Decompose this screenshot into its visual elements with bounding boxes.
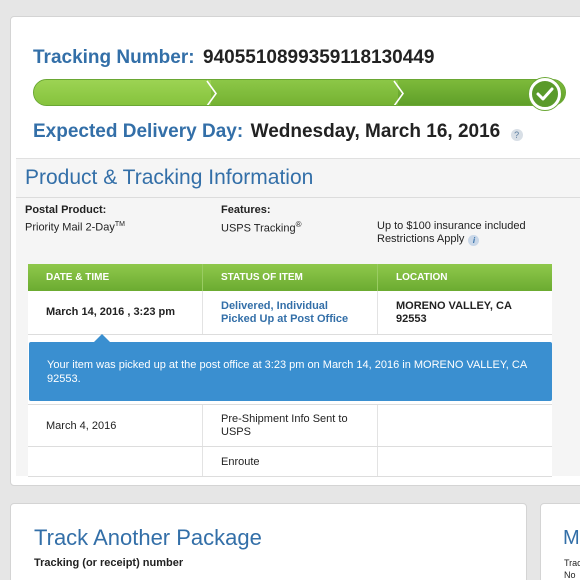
side-card-text: No t [564,570,576,580]
product-tracking-title: Product & Tracking Information [25,166,314,189]
column-header-status: STATUS OF ITEM [203,264,378,291]
row-date: March 14, 2016 , 3:23 pm [28,291,203,334]
chevron-right-icon [393,80,404,105]
checkmark-icon [529,78,561,110]
postal-product-label: Postal Product: [25,204,107,216]
table-row: Enroute [28,447,552,477]
row-location: MORENO VALLEY, CA 92553 [396,299,512,325]
table-header: DATE & TIME STATUS OF ITEM LOCATION [28,264,552,291]
tracking-number-line: Tracking Number: 9405510899359118130449 [33,47,434,69]
tracking-receipt-label: Tracking (or receipt) number [34,557,184,569]
side-card-title: Ma [563,527,580,549]
chevron-right-icon [206,80,217,105]
divider [16,197,580,198]
insurance-text: Up to $100 insurance included [377,220,526,232]
table-row: March 14, 2016 , 3:23 pm Delivered, Indi… [28,291,552,335]
tracking-detail-bubble: Your item was picked up at the post offi… [29,342,552,401]
progress-segment-in-transit [211,80,398,105]
column-header-date: DATE & TIME [28,264,203,291]
row-date: March 4, 2016 [28,405,203,446]
row-status: Delivered, Individual Picked Up at Post … [203,291,378,334]
help-icon[interactable]: ? [510,129,523,141]
info-icon[interactable]: i [468,235,480,246]
table-row: March 4, 2016 Pre-Shipment Info Sent to … [28,405,552,447]
expected-delivery-date: Wednesday, March 16, 2016 [250,121,501,142]
status-link[interactable]: Delivered, Individual Picked Up at Post … [221,300,377,326]
tracking-number-label: Tracking Number: [33,47,195,68]
row-status: Pre-Shipment Info Sent to USPS [203,405,378,446]
column-header-location: LOCATION [396,272,448,283]
row-status: Enroute [203,447,378,476]
tracking-number-value: 9405510899359118130449 [203,47,435,68]
row-location [378,447,552,476]
restrictions-link[interactable]: Restrictions Apply i [377,232,480,246]
delivery-progress-bar [33,79,566,106]
features-value: USPS Tracking® [221,220,302,235]
row-location [378,405,552,446]
track-another-title: Track Another Package [34,525,262,550]
expected-delivery-line: Expected Delivery Day: Wednesday, March … [33,121,523,143]
postal-product-value: Priority Mail 2-DayTM [25,221,125,234]
expected-delivery-label: Expected Delivery Day: [33,121,244,142]
row-date [28,447,203,476]
progress-segment-accepted [34,80,211,105]
side-card-text: Trac [564,558,580,568]
features-label: Features: [221,204,271,216]
